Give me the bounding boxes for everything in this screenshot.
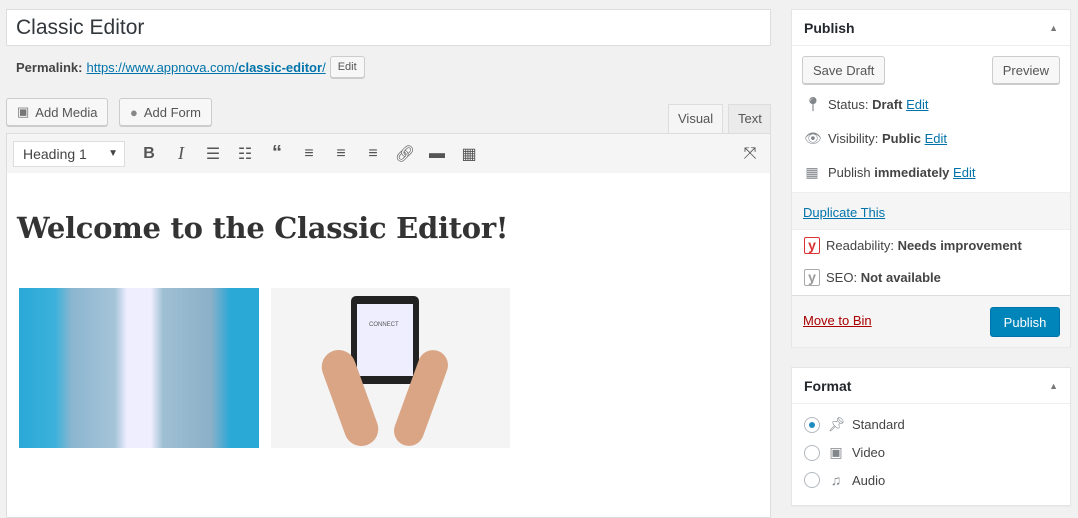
format-box-title: Format <box>804 377 852 394</box>
radio-standard[interactable] <box>804 416 820 433</box>
editor-toolbar: Heading 1 ▼ B I ☰ ☷ “ ≡ ≡ ≡ 🔗︎ ▬ ▦ ⤧ <box>6 133 771 174</box>
post-title-input[interactable] <box>6 9 771 46</box>
duplicate-link[interactable]: Duplicate This <box>803 205 885 220</box>
numbered-list-icon[interactable]: ☷ <box>229 144 261 164</box>
add-media-button[interactable]: ▣ Add Media <box>6 98 109 126</box>
align-right-icon[interactable]: ≡ <box>357 145 389 163</box>
bullet-list-icon[interactable]: ☰ <box>197 144 229 164</box>
align-left-icon[interactable]: ≡ <box>293 145 325 163</box>
bold-icon[interactable]: B <box>133 145 165 163</box>
collapse-arrow-icon[interactable]: ▲ <box>1049 381 1058 391</box>
radio-video[interactable] <box>804 444 820 461</box>
link-icon[interactable]: 🔗︎ <box>389 144 421 164</box>
read-more-icon[interactable]: ▬ <box>421 145 453 163</box>
publish-button[interactable]: Publish <box>990 307 1060 337</box>
denim-jacket-image[interactable] <box>19 288 259 448</box>
radio-audio[interactable] <box>804 472 820 488</box>
align-center-icon[interactable]: ≡ <box>325 145 357 163</box>
blockquote-icon[interactable]: “ <box>261 142 293 165</box>
form-icon: ● <box>130 104 138 120</box>
publish-box-title: Publish <box>804 19 855 36</box>
music-icon: ♫ <box>830 472 842 488</box>
add-form-button[interactable]: ● Add Form <box>119 98 212 126</box>
format-select[interactable]: Heading 1 ▼ <box>13 140 125 167</box>
fullscreen-icon[interactable]: ⤧ <box>734 145 766 163</box>
permalink-bar: Permalink: https://www.appnova.com/class… <box>16 56 365 78</box>
tab-visual[interactable]: Visual <box>668 104 723 133</box>
video-icon: ▣ <box>829 444 843 460</box>
edit-date-link[interactable]: Edit <box>953 165 975 180</box>
save-draft-button[interactable]: Save Draft <box>802 56 886 84</box>
media-icon: ▣ <box>17 104 30 119</box>
permalink-link[interactable]: https://www.appnova.com/classic-editor/ <box>86 60 325 75</box>
move-to-bin-link[interactable]: Move to Bin <box>803 313 872 328</box>
format-standard[interactable]: 📌︎ Standard <box>804 416 905 433</box>
yoast-seo-icon: y <box>804 269 820 286</box>
preview-button[interactable]: Preview <box>991 56 1060 84</box>
content-heading: Welcome to the Classic Editor! <box>17 211 509 245</box>
format-audio[interactable]: ♫ Audio <box>804 472 885 488</box>
permalink-edit-button[interactable]: Edit <box>329 56 365 78</box>
edit-status-link[interactable]: Edit <box>906 97 928 112</box>
format-video[interactable]: ▣ Video <box>804 444 885 461</box>
pin-icon: 📍︎ <box>804 96 822 112</box>
collapse-arrow-icon[interactable]: ▲ <box>1049 23 1058 33</box>
editor-content[interactable]: Welcome to the Classic Editor! CONNECT <box>6 173 771 518</box>
italic-icon[interactable]: I <box>165 143 197 164</box>
tab-text[interactable]: Text <box>728 104 771 133</box>
yoast-readability-icon: y <box>804 237 820 254</box>
calendar-icon: ▦ <box>805 164 819 180</box>
tablet-hands-image[interactable]: CONNECT <box>271 288 510 451</box>
format-box: Format ▲ 📌︎ Standard ▣ Video ♫ Audio <box>791 367 1071 506</box>
pin-icon: 📌︎ <box>828 416 846 432</box>
edit-visibility-link[interactable]: Edit <box>925 131 947 146</box>
permalink-label: Permalink: <box>16 59 83 75</box>
publish-box: Publish ▲ Save Draft Preview 📍︎ Status: Dr… <box>791 9 1071 347</box>
toolbar-toggle-icon[interactable]: ▦ <box>453 144 485 164</box>
eye-icon: 👁︎ <box>804 130 822 146</box>
